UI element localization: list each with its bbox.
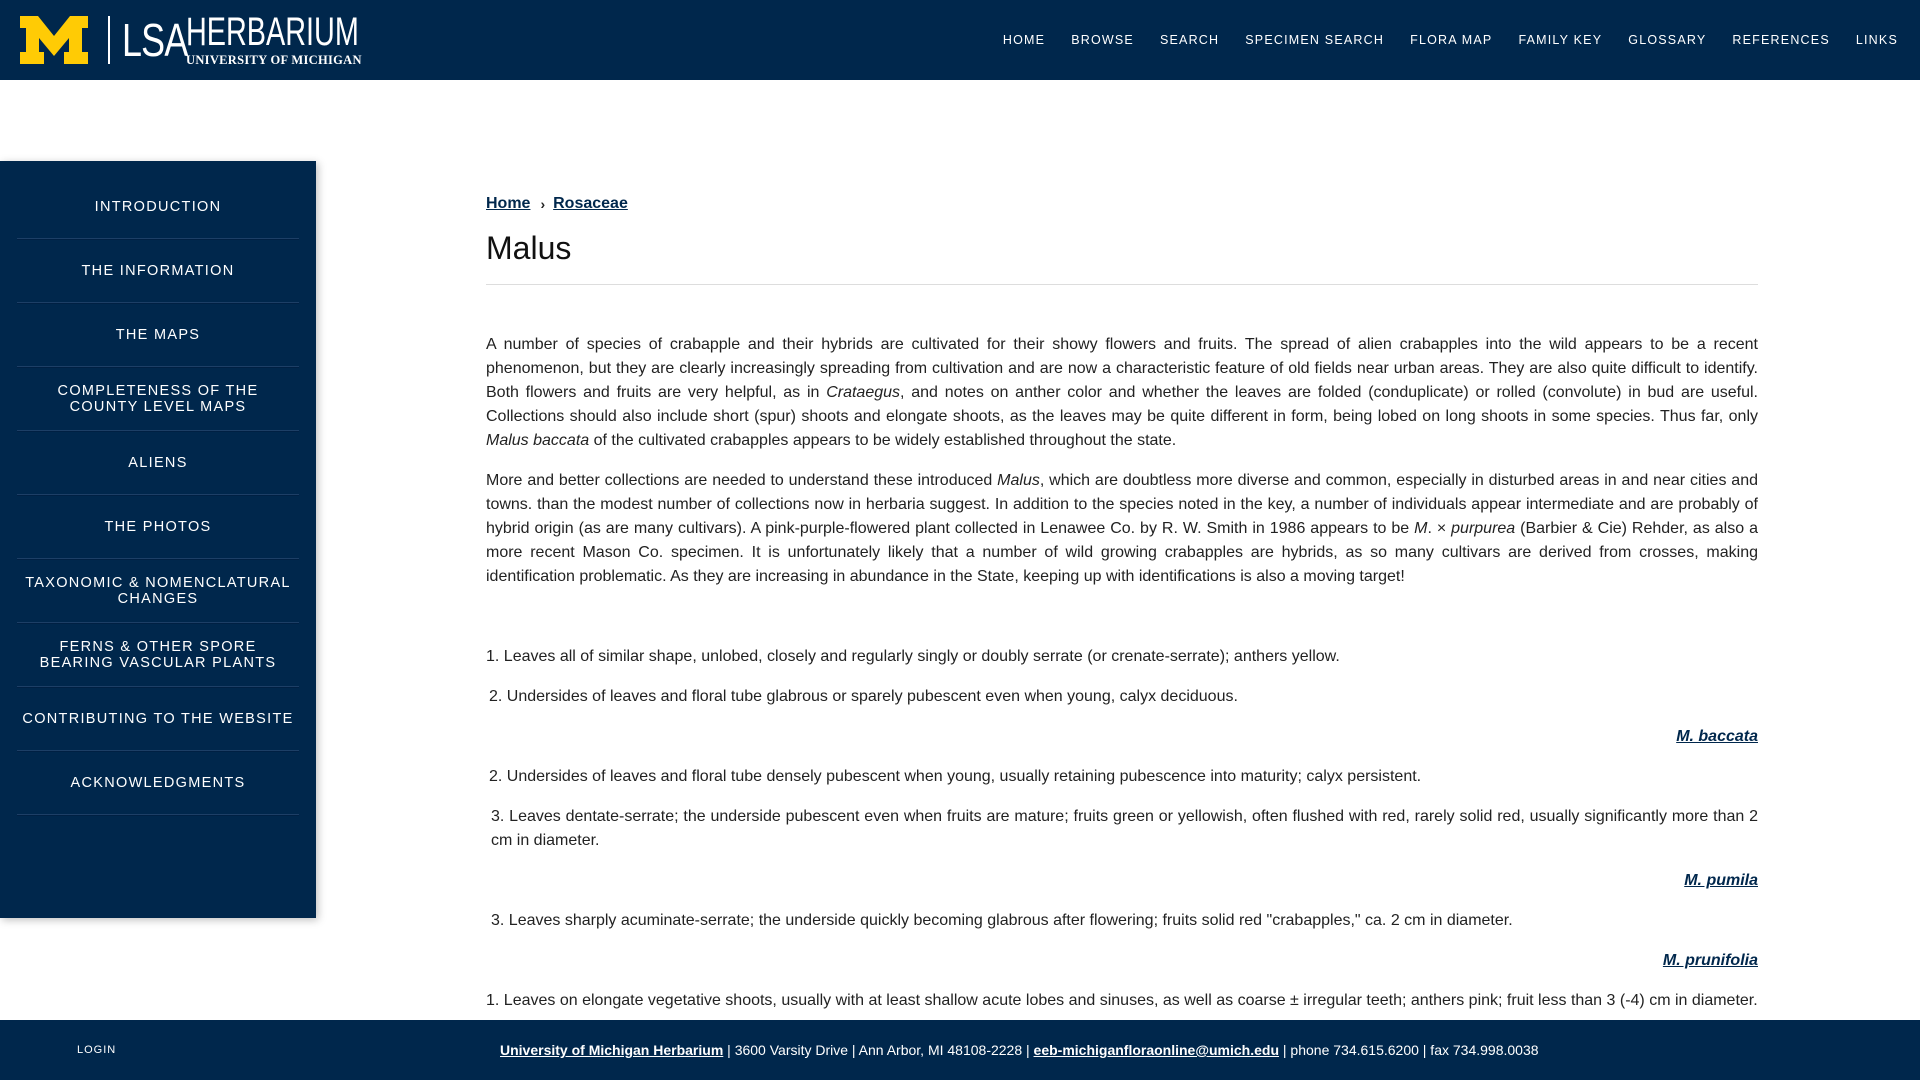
key-result-pumila: M. pumila: [486, 869, 1758, 893]
identification-key: 1. Leaves all of similar shape, unlobed,…: [486, 645, 1758, 1013]
logo-divider: [108, 16, 110, 64]
footer-contact: University of Michigan Herbarium | 3600 …: [500, 1020, 1539, 1080]
site-footer: LOGIN University of Michigan Herbarium |…: [0, 1020, 1920, 1080]
nav-links[interactable]: LINKS: [1856, 33, 1898, 47]
link-m-pumila[interactable]: M. pumila: [1684, 872, 1758, 889]
herbarium-logo[interactable]: LSA HERBARIUM UNIVERSITY OF MICHIGAN: [20, 9, 364, 68]
sidebar-item-contributing[interactable]: CONTRIBUTING TO THE WEBSITE: [17, 687, 299, 751]
nav-specimen-search[interactable]: SPECIMEN SEARCH: [1245, 33, 1384, 47]
sidebar-item-aliens[interactable]: ALIENS: [17, 431, 299, 495]
footer-herbarium-link[interactable]: University of Michigan Herbarium: [500, 1042, 723, 1058]
collections-paragraph: More and better collections are needed t…: [486, 472, 1759, 585]
main-content: Home › Rosaceae Malus A number of specie…: [486, 192, 1758, 1013]
nav-family-key[interactable]: FAMILY KEY: [1518, 33, 1602, 47]
logo-title: HERBARIUM: [186, 9, 359, 54]
title-divider: [486, 284, 1758, 285]
breadcrumb-rosaceae[interactable]: Rosaceae: [553, 195, 628, 213]
sidebar-item-ferns[interactable]: FERNS & OTHER SPORE BEARING VASCULAR PLA…: [17, 623, 299, 687]
taxon-purpurea: purpurea: [1451, 520, 1516, 537]
intro-paragraph: A number of species of crabapple and the…: [486, 336, 1759, 449]
sidebar-item-the-maps[interactable]: THE MAPS: [17, 303, 299, 367]
breadcrumb-separator-icon: ›: [540, 196, 546, 212]
breadcrumb-home[interactable]: Home: [486, 195, 530, 213]
nav-flora-map[interactable]: FLORA MAP: [1410, 33, 1492, 47]
footer-email-link[interactable]: eeb-michiganfloraonline@umich.edu: [1034, 1042, 1279, 1058]
logo-lsa: LSA: [122, 14, 188, 66]
key-lead-2a: 2. Undersides of leaves and floral tube …: [489, 688, 1238, 705]
michigan-block-m-icon: [20, 16, 88, 64]
sidebar-item-the-information[interactable]: THE INFORMATION: [17, 239, 299, 303]
key-lead-2b: 2. Undersides of leaves and floral tube …: [489, 768, 1422, 785]
logo-subtitle: UNIVERSITY OF MICHIGAN: [186, 52, 362, 67]
nav-home[interactable]: HOME: [1003, 33, 1045, 47]
key-lead-3a: 3. Leaves dentate-serrate; the underside…: [491, 808, 1758, 849]
taxon-malus-baccata: Malus baccata: [486, 432, 590, 449]
footer-phone-fax: | phone 734.615.6200 | fax 734.998.0038: [1279, 1042, 1539, 1058]
sidebar-item-completeness[interactable]: COMPLETENESS OF THE COUNTY LEVEL MAPS: [17, 367, 299, 431]
key-lead-1b: 1. Leaves on elongate vegetative shoots,…: [486, 992, 1758, 1009]
logo-wordmark: HERBARIUM UNIVERSITY OF MICHIGAN: [186, 9, 364, 68]
footer-address: | 3600 Varsity Drive | Ann Arbor, MI 481…: [723, 1042, 1034, 1058]
key-result-prunifolia: M. prunifolia: [486, 949, 1758, 973]
nav-browse[interactable]: BROWSE: [1071, 33, 1134, 47]
login-link[interactable]: LOGIN: [77, 1020, 116, 1080]
sidebar: INTRODUCTION THE INFORMATION THE MAPS CO…: [0, 161, 316, 918]
sidebar-item-the-photos[interactable]: THE PHOTOS: [17, 495, 299, 559]
key-lead-3b: 3. Leaves sharply acuminate-serrate; the…: [491, 912, 1513, 929]
key-result-baccata: M. baccata: [486, 725, 1758, 749]
taxon-malus: Malus: [997, 472, 1040, 489]
link-m-baccata[interactable]: M. baccata: [1676, 728, 1758, 745]
sidebar-item-taxonomic-changes[interactable]: TAXONOMIC & NOMENCLATURAL CHANGES: [17, 559, 299, 623]
key-lead-1a: 1. Leaves all of similar shape, unlobed,…: [486, 648, 1340, 665]
sidebar-item-acknowledgments[interactable]: ACKNOWLEDGMENTS: [17, 751, 299, 815]
main-nav: HOME BROWSE SEARCH SPECIMEN SEARCH FLORA…: [977, 0, 1898, 80]
sidebar-item-introduction[interactable]: INTRODUCTION: [17, 175, 299, 239]
nav-search[interactable]: SEARCH: [1160, 33, 1219, 47]
nav-glossary[interactable]: GLOSSARY: [1628, 33, 1706, 47]
nav-references[interactable]: REFERENCES: [1732, 33, 1829, 47]
breadcrumb: Home › Rosaceae: [486, 192, 1758, 216]
site-header: LSA HERBARIUM UNIVERSITY OF MICHIGAN HOM…: [0, 0, 1920, 80]
page-title: Malus: [486, 230, 572, 266]
taxon-crataegus: Crataegus: [826, 384, 901, 401]
link-m-prunifolia[interactable]: M. prunifolia: [1663, 952, 1758, 969]
